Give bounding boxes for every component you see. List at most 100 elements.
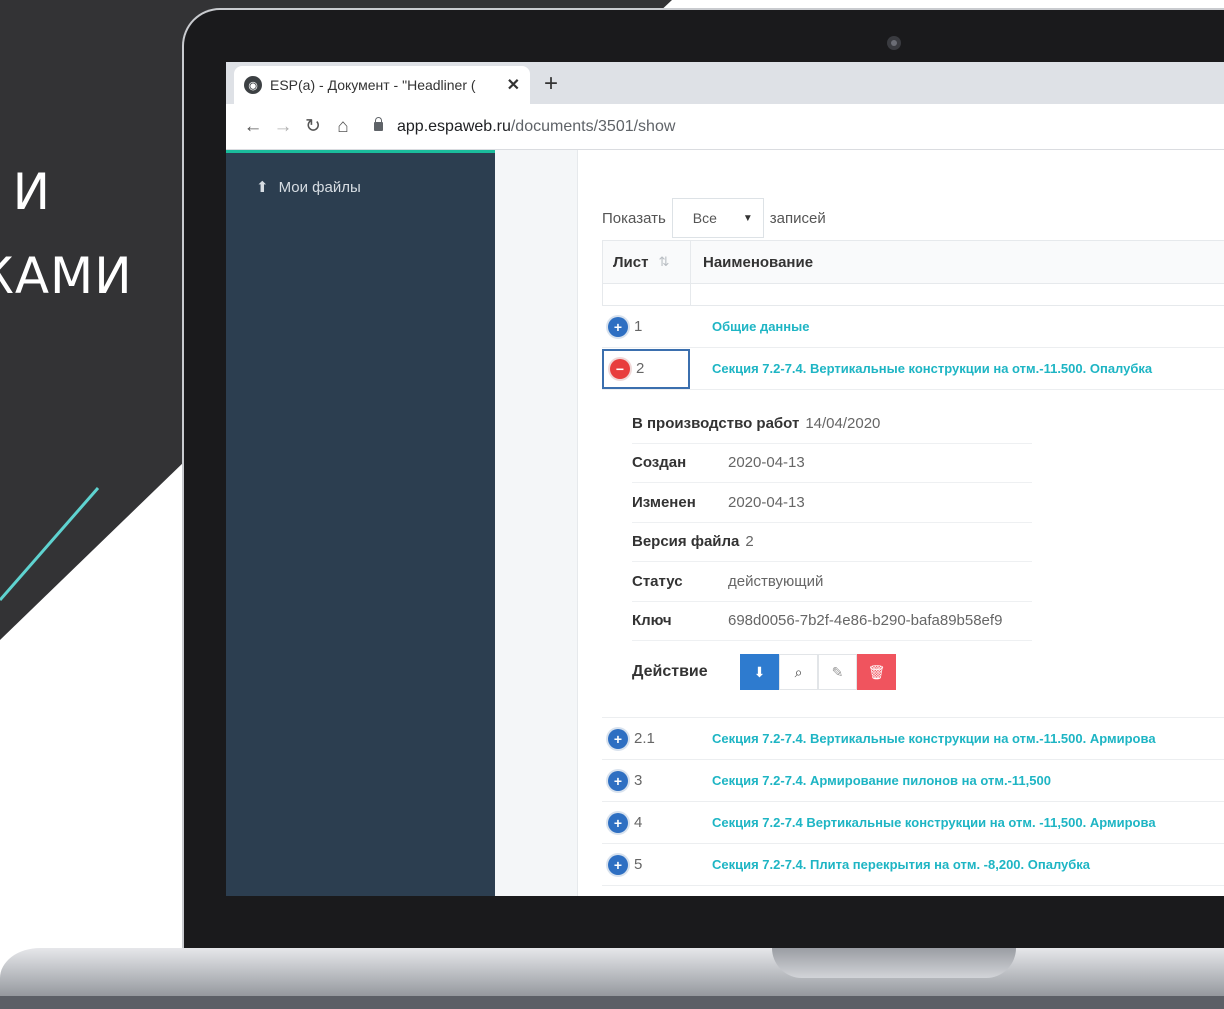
page-size-select[interactable]: Все ▼ bbox=[671, 198, 764, 238]
row-details: В производство работ 14/04/2020 Создан 2… bbox=[602, 390, 1224, 718]
document-link[interactable]: Секция 7.2-7.4. Армирование пилонов на о… bbox=[690, 773, 1224, 788]
row-number: 5 bbox=[634, 856, 643, 873]
slide-title-line-2: ЖАМИ bbox=[0, 247, 133, 305]
detail-label: Статус bbox=[632, 572, 683, 590]
detail-modified: Изменен 2020-04-13 bbox=[632, 483, 1032, 523]
documents-table: Лист ⇅ Наименование + 1 Общие данные − 2… bbox=[602, 240, 1224, 886]
globe-icon: ◉ bbox=[244, 76, 262, 94]
detail-value: 2 bbox=[745, 533, 754, 551]
detail-label: В производство работ bbox=[632, 414, 800, 432]
upload-icon: ⬆ bbox=[256, 179, 269, 196]
detail-label: Действие bbox=[632, 663, 708, 680]
column-header-name[interactable]: Наименование bbox=[691, 241, 1224, 283]
detail-value: 2020-04-13 bbox=[728, 493, 805, 511]
table-row[interactable]: + 1 Общие данные bbox=[602, 306, 1224, 348]
document-link[interactable]: Секция 7.2-7.4. Вертикальные конструкции… bbox=[690, 361, 1224, 376]
row-number-cell: + 3 bbox=[602, 760, 690, 801]
download-button[interactable]: ⬇ bbox=[740, 654, 779, 690]
detail-value: действующий bbox=[728, 572, 824, 590]
main-content: Показать Все ▼ записей Лист ⇅ Наименован… bbox=[495, 150, 1224, 896]
column-header-sheet[interactable]: Лист ⇅ bbox=[603, 241, 691, 283]
browser-tab[interactable]: ◉ ESP(a) - Документ - "Headliner ( ✕ bbox=[234, 66, 530, 104]
collapse-minus-icon[interactable]: − bbox=[610, 358, 630, 379]
detail-value: 698d0056-7b2f-4e86-b290-bafa89b58ef9 bbox=[728, 612, 1003, 630]
expand-plus-icon[interactable]: + bbox=[608, 770, 628, 791]
download-icon: ⬇ bbox=[753, 663, 766, 680]
detail-label: Ключ bbox=[632, 612, 672, 630]
expand-plus-icon[interactable]: + bbox=[608, 316, 628, 337]
detail-value: 14/04/2020 bbox=[805, 414, 881, 432]
edit-icon: ✎ bbox=[831, 663, 844, 680]
column-header-sheet-label: Лист bbox=[613, 253, 649, 271]
table-row[interactable]: + 2.1 Секция 7.2-7.4. Вертикальные конст… bbox=[602, 718, 1224, 760]
show-label: Показать bbox=[602, 209, 666, 227]
address-bar: ← → ↻ ⌂ app.espaweb.ru/documents/3501/sh… bbox=[226, 104, 1224, 150]
slide-title: Я И ЖАМИ bbox=[0, 150, 133, 318]
row-number: 1 bbox=[634, 318, 643, 335]
close-icon[interactable]: ✕ bbox=[507, 75, 520, 95]
laptop-screen: ◉ ESP(a) - Документ - "Headliner ( ✕ + ←… bbox=[226, 62, 1224, 896]
forward-arrow-icon[interactable]: → bbox=[268, 116, 298, 138]
row-number-cell: + 5 bbox=[602, 844, 690, 885]
sidebar-item-my-files[interactable]: ⬆ Мои файлы bbox=[256, 178, 361, 197]
detail-created: Создан 2020-04-13 bbox=[632, 444, 1032, 483]
row-number: 4 bbox=[634, 814, 643, 831]
expand-plus-icon[interactable]: + bbox=[608, 812, 628, 833]
laptop-base-notch bbox=[772, 948, 1016, 978]
url-path: /documents/3501/show bbox=[510, 117, 676, 135]
sort-icon[interactable]: ⇅ bbox=[658, 254, 669, 270]
records-label: записей bbox=[769, 209, 826, 227]
page-size-value: Все bbox=[692, 210, 717, 226]
sidebar: ⬆ Мои файлы bbox=[226, 150, 495, 896]
row-number: 2 bbox=[636, 360, 645, 377]
camera-icon bbox=[887, 36, 901, 50]
lock-icon bbox=[374, 117, 383, 131]
document-link[interactable]: Секция 7.2-7.4. Вертикальные конструкции… bbox=[690, 731, 1224, 746]
detail-key: Ключ 698d0056-7b2f-4e86-b290-bafa89b58ef… bbox=[632, 602, 1032, 641]
document-link[interactable]: Общие данные bbox=[690, 319, 1224, 334]
table-header: Лист ⇅ Наименование bbox=[602, 240, 1224, 284]
detail-label: Изменен bbox=[632, 493, 696, 511]
url-field[interactable]: app.espaweb.ru/documents/3501/show bbox=[374, 117, 676, 136]
url-domain: app.espaweb.ru bbox=[397, 117, 511, 135]
home-icon[interactable]: ⌂ bbox=[328, 116, 358, 138]
detail-production: В производство работ 14/04/2020 bbox=[632, 404, 1032, 444]
search-icon: ⌕ bbox=[794, 663, 803, 680]
row-number-cell: + 4 bbox=[602, 802, 690, 843]
slide-title-line-1: Я И bbox=[0, 163, 52, 221]
detail-status: Статус действующий bbox=[632, 562, 1032, 602]
trash-icon: 🗑 bbox=[867, 663, 886, 680]
row-number-cell: − 2 bbox=[602, 348, 690, 389]
view-button[interactable]: ⌕ bbox=[779, 654, 818, 690]
row-number-cell: + 2.1 bbox=[602, 718, 690, 759]
new-tab-button[interactable]: + bbox=[544, 70, 558, 98]
delete-button[interactable]: 🗑 bbox=[857, 654, 896, 690]
table-row[interactable]: + 5 Секция 7.2-7.4. Плита перекрытия на … bbox=[602, 844, 1224, 886]
detail-actions: Действие ⬇ ⌕ ✎ 🗑 bbox=[632, 641, 1224, 703]
detail-label: Версия файла bbox=[632, 533, 740, 551]
filter-row bbox=[602, 284, 1224, 306]
document-link[interactable]: Секция 7.2-7.4 Вертикальные конструкции … bbox=[690, 815, 1224, 830]
page-size-control: Показать Все ▼ записей bbox=[602, 198, 826, 238]
expand-plus-icon[interactable]: + bbox=[608, 854, 628, 875]
table-row-expanded[interactable]: − 2 Секция 7.2-7.4. Вертикальные констру… bbox=[602, 348, 1224, 390]
filter-cell[interactable] bbox=[603, 284, 691, 305]
reload-icon[interactable]: ↻ bbox=[298, 115, 328, 138]
documents-panel: Показать Все ▼ записей Лист ⇅ Наименован… bbox=[577, 150, 1224, 896]
tab-title: ESP(a) - Документ - "Headliner ( bbox=[270, 77, 476, 93]
expand-plus-icon[interactable]: + bbox=[608, 728, 628, 749]
row-number: 2.1 bbox=[634, 730, 655, 747]
sidebar-item-label: Мои файлы bbox=[278, 178, 361, 196]
edit-button[interactable]: ✎ bbox=[818, 654, 857, 690]
detail-version: Версия файла 2 bbox=[632, 523, 1032, 562]
laptop-base-shadow bbox=[0, 996, 1224, 1009]
row-number-cell: + 1 bbox=[602, 306, 690, 347]
caret-down-icon: ▼ bbox=[742, 212, 753, 224]
column-header-name-label: Наименование bbox=[703, 253, 814, 271]
row-number: 3 bbox=[634, 772, 643, 789]
table-row[interactable]: + 4 Секция 7.2-7.4 Вертикальные конструк… bbox=[602, 802, 1224, 844]
back-arrow-icon[interactable]: ← bbox=[238, 116, 268, 138]
document-link[interactable]: Секция 7.2-7.4. Плита перекрытия на отм.… bbox=[690, 857, 1224, 872]
table-row[interactable]: + 3 Секция 7.2-7.4. Армирование пилонов … bbox=[602, 760, 1224, 802]
detail-value: 2020-04-13 bbox=[728, 454, 805, 472]
